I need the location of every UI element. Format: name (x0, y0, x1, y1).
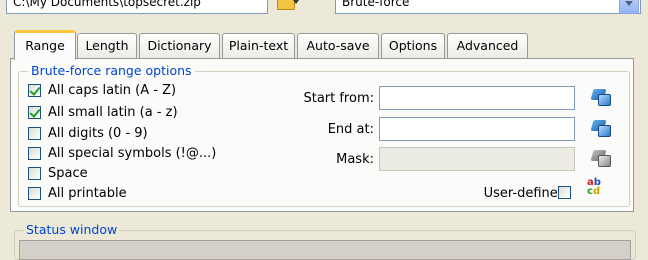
end-at-input[interactable] (379, 117, 575, 141)
end-at-select-button[interactable] (589, 117, 611, 139)
checkbox-box[interactable] (28, 147, 41, 160)
checkbox-box[interactable] (28, 127, 41, 140)
checkbox-label: All digits (0 - 9) (48, 126, 148, 141)
status-window-title: Status window (24, 222, 120, 237)
user-defined-label: User-defined (483, 186, 566, 201)
tab-range[interactable]: Range (14, 30, 76, 60)
status-log-area (19, 240, 631, 260)
checkbox-label: All small latin (a - z) (48, 105, 178, 120)
mask-label: Mask: (336, 152, 374, 167)
chevron-down-icon (293, 0, 299, 4)
tab-auto-save[interactable]: Auto-save (297, 33, 379, 58)
start-from-select-button[interactable] (589, 86, 611, 108)
checkbox-special-symbols[interactable]: All special symbols (!@...) (28, 145, 248, 163)
start-from-input[interactable] (379, 86, 575, 110)
checkbox-box[interactable] (28, 167, 41, 180)
checkbox-label: All printable (48, 186, 127, 201)
abc-charset-icon[interactable]: ab cd (587, 178, 613, 202)
checkbox-all-caps[interactable]: All caps latin (A - Z) (28, 82, 228, 100)
attack-type-value: Brute-force (342, 0, 410, 9)
open-file-button[interactable] (274, 0, 299, 16)
tab-length[interactable]: Length (77, 33, 137, 58)
mask-select-button[interactable] (589, 147, 611, 169)
end-at-label: End at: (327, 122, 374, 137)
checkbox-label: Space (48, 166, 88, 181)
user-defined-checkbox[interactable] (558, 186, 571, 199)
attack-type-select[interactable]: Brute-force (335, 0, 641, 14)
checkbox-box[interactable] (28, 106, 41, 119)
tab-dictionary[interactable]: Dictionary (139, 33, 220, 58)
tab-advanced[interactable]: Advanced (447, 33, 528, 58)
checkbox-label: All special symbols (!@...) (48, 146, 217, 161)
checkbox-box[interactable] (28, 84, 41, 97)
range-options-title: Brute-force range options (28, 63, 195, 78)
mask-input[interactable] (379, 147, 575, 171)
start-from-label: Start from: (303, 91, 374, 106)
checkbox-space[interactable]: Space (28, 165, 228, 183)
checkbox-label: All caps latin (A - Z) (48, 83, 177, 98)
checkbox-all-digits[interactable]: All digits (0 - 9) (28, 125, 228, 143)
dropdown-arrow-icon[interactable] (619, 0, 639, 14)
checkbox-box[interactable] (28, 187, 41, 200)
checkbox-all-small[interactable]: All small latin (a - z) (28, 104, 228, 122)
file-path-input[interactable]: C:\My Documents\topsecret.zip (6, 0, 268, 14)
checkbox-all-printable[interactable]: All printable (28, 185, 228, 203)
tab-plain-text[interactable]: Plain-text (222, 33, 295, 58)
tab-options[interactable]: Options (381, 33, 445, 58)
